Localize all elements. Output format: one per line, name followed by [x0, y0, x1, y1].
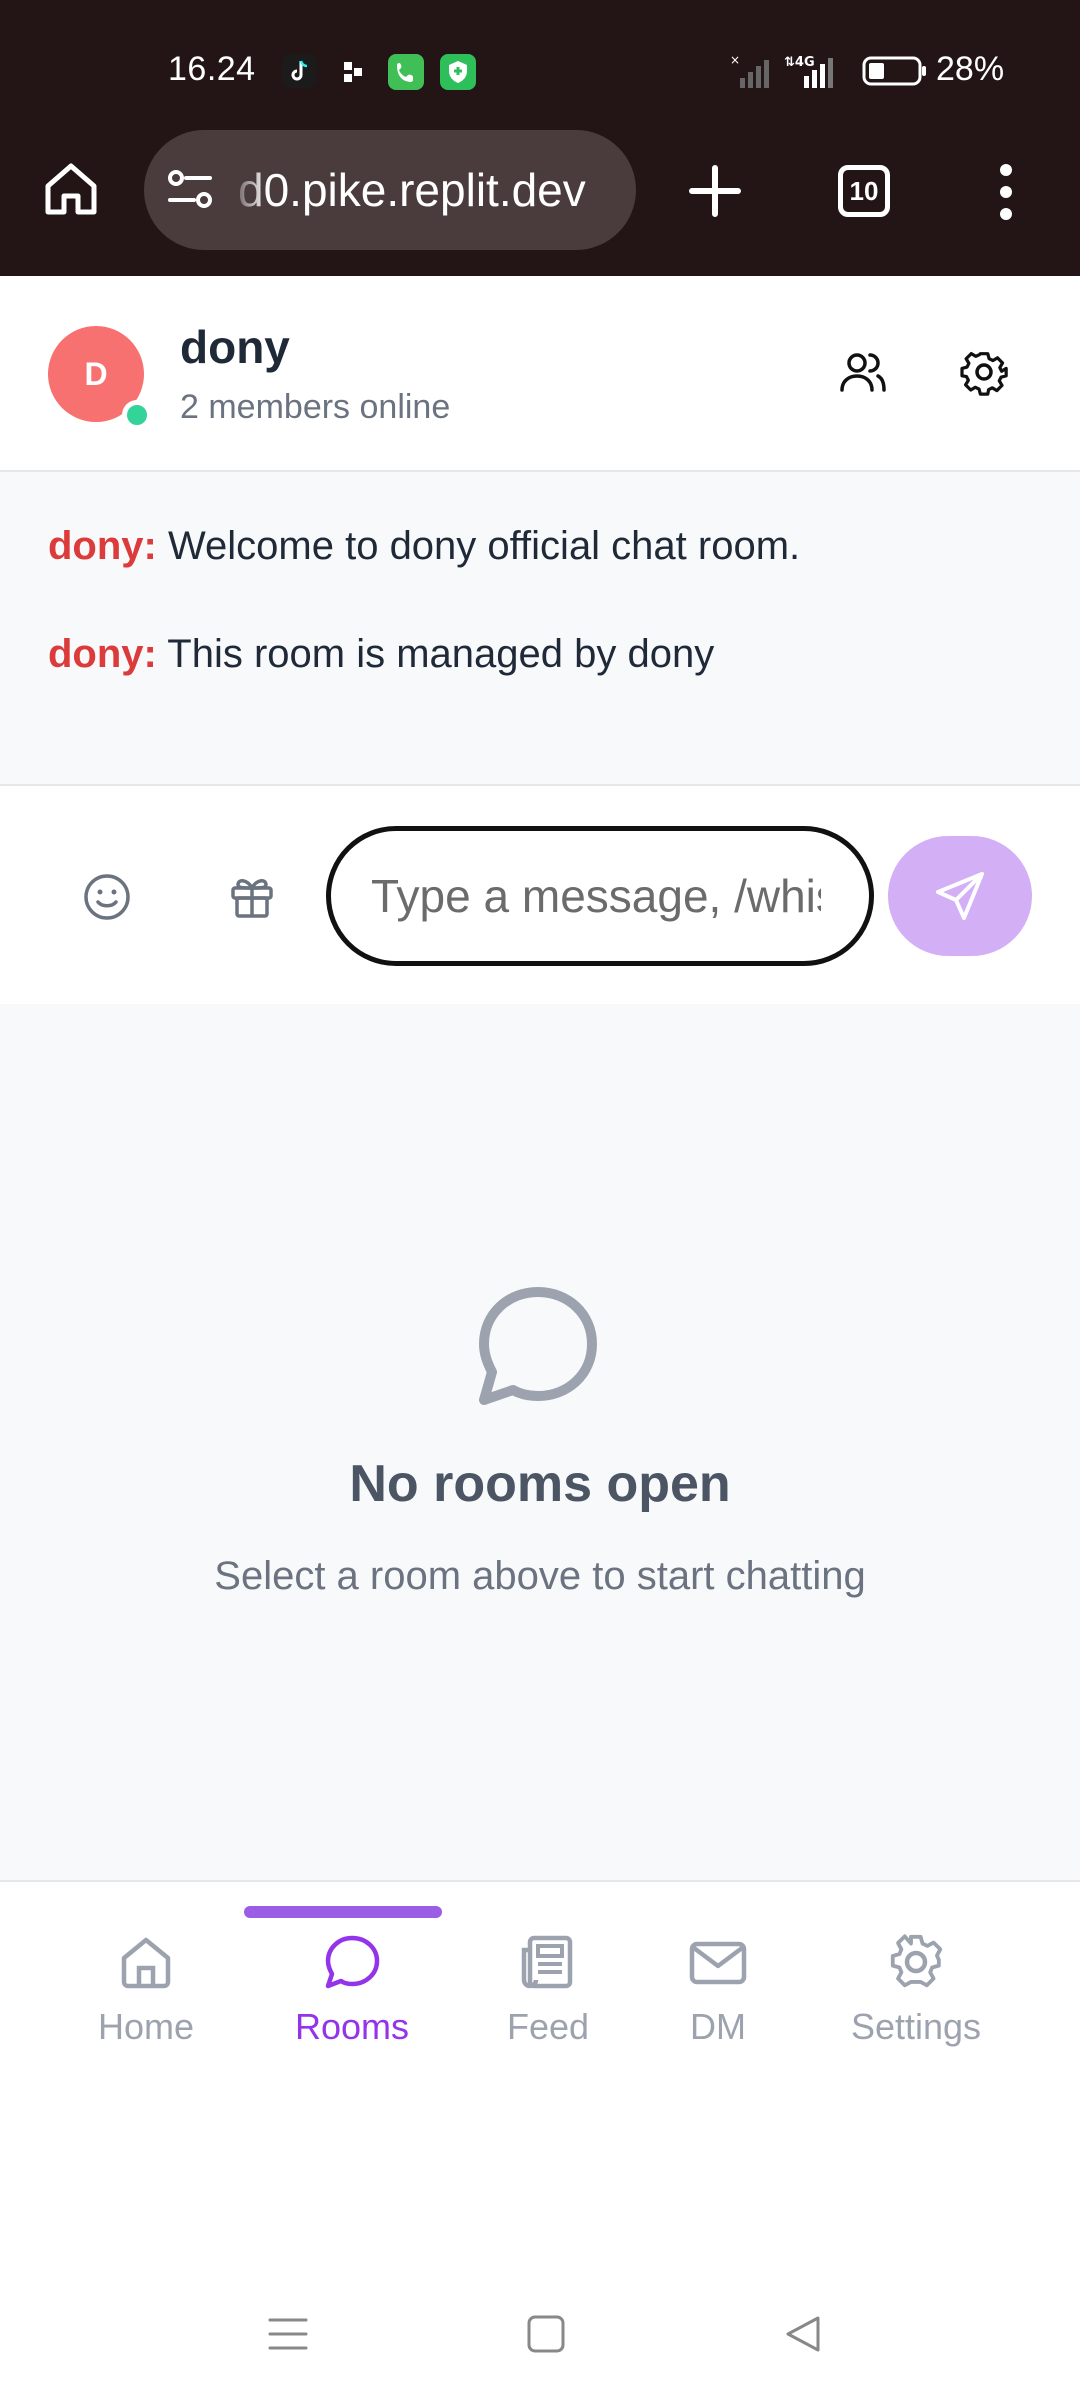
message-list: dony: Welcome to dony official chat room…	[0, 472, 1080, 786]
message-text: Welcome to dony official chat room.	[168, 524, 801, 568]
members-online: 2 members online	[180, 388, 451, 426]
room-name: dony	[180, 321, 290, 373]
emoji-icon[interactable]	[82, 872, 132, 922]
more-icon[interactable]	[996, 162, 1016, 222]
room-settings-icon[interactable]	[960, 348, 1008, 396]
url-text: d0.pike.replit.dev	[238, 164, 586, 216]
home-icon	[116, 1932, 176, 1992]
empty-subtitle: Select a room above to start chatting	[214, 1554, 866, 1598]
online-indicator	[122, 400, 152, 430]
address-bar[interactable]: d0.pike.replit.dev	[144, 130, 636, 250]
gift-icon[interactable]	[228, 872, 276, 920]
app-icon	[340, 54, 370, 88]
tabs-button[interactable]: 10	[838, 165, 890, 217]
back-icon[interactable]	[784, 2314, 824, 2354]
phone-icon	[388, 54, 424, 90]
browser-chrome: 16.24 × ⇅4G 28% d0.pike.replit.dev 10	[0, 0, 1080, 276]
new-tab-icon[interactable]	[688, 164, 742, 218]
message-composer	[0, 786, 1080, 1004]
message-author[interactable]: dony:	[48, 632, 157, 676]
chat-bubble-icon	[474, 1284, 602, 1412]
url-fade	[228, 130, 268, 250]
battery-icon	[862, 54, 928, 88]
mail-icon	[688, 1932, 748, 1992]
send-button[interactable]	[888, 836, 1032, 956]
active-tab-indicator	[244, 1906, 442, 1918]
status-time: 16.24	[168, 50, 256, 88]
bottom-nav: Home Rooms Feed DM Settings	[0, 1884, 1080, 2074]
message-text: This room is managed by dony	[167, 632, 715, 676]
room-header: D dony 2 members online	[0, 276, 1080, 472]
signal-icon: ×	[730, 54, 774, 90]
chat-bubble-icon	[322, 1932, 382, 1992]
nav-label: Settings	[850, 2006, 982, 2047]
home-icon[interactable]	[42, 160, 100, 218]
menu-icon[interactable]	[268, 2314, 308, 2354]
svg-text:×: ×	[730, 54, 740, 67]
message-item: dony: Welcome to dony official chat room…	[48, 524, 800, 569]
empty-title: No rooms open	[349, 1455, 731, 1513]
message-author[interactable]: dony:	[48, 524, 157, 568]
message-input-wrapper	[326, 826, 874, 966]
gear-icon	[886, 1932, 946, 1992]
members-icon[interactable]	[838, 348, 888, 398]
nav-label: DM	[690, 2006, 746, 2047]
nav-label: Home	[97, 2006, 195, 2047]
newspaper-icon	[518, 1932, 578, 1992]
tiktok-icon	[282, 54, 316, 88]
svg-text:⇅4G: ⇅4G	[784, 55, 815, 70]
send-icon	[934, 870, 986, 922]
message-item: dony: This room is managed by dony	[48, 632, 714, 677]
message-input[interactable]	[371, 831, 821, 961]
home-button-icon[interactable]	[526, 2314, 566, 2354]
shield-icon	[440, 54, 476, 90]
empty-state: No rooms open Select a room above to sta…	[0, 1004, 1080, 1882]
system-nav-bar	[0, 2270, 1080, 2400]
site-settings-icon[interactable]	[166, 168, 214, 212]
nav-label: Rooms	[294, 2006, 410, 2047]
battery-percent: 28%	[936, 50, 1005, 88]
4g-signal-icon: ⇅4G	[784, 54, 844, 90]
